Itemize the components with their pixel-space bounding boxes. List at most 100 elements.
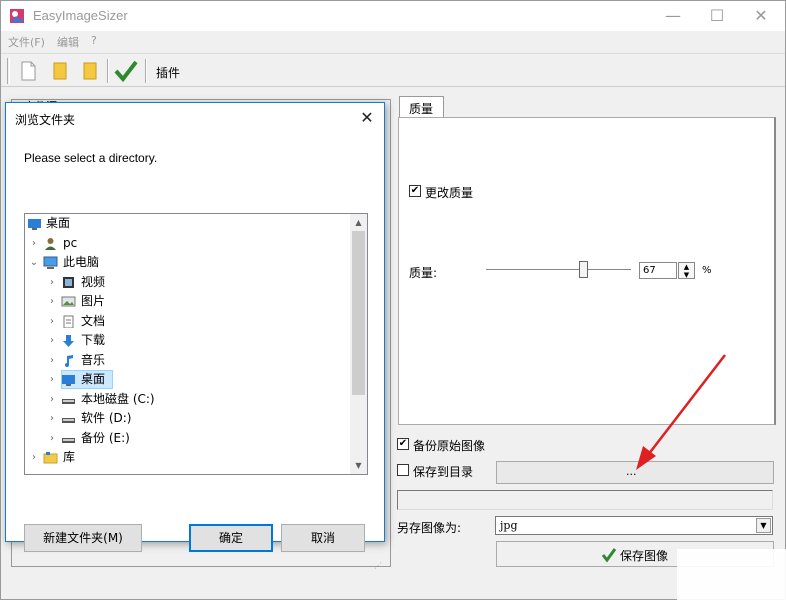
library-icon bbox=[43, 452, 58, 464]
chevron-right-icon[interactable]: › bbox=[47, 390, 57, 409]
tree-item[interactable]: › 下载 bbox=[25, 331, 351, 350]
tree-item-label: 此电脑 bbox=[63, 255, 100, 269]
quality-spinner[interactable]: ▲ ▼ bbox=[678, 262, 695, 279]
scroll-up-icon[interactable]: ▲ bbox=[350, 214, 367, 231]
documents-folder-icon bbox=[63, 315, 74, 328]
chevron-right-icon[interactable]: › bbox=[47, 370, 57, 389]
tree-item[interactable]: › pc bbox=[25, 234, 351, 253]
save-path-field[interactable] bbox=[397, 490, 773, 510]
tree-item-label: 本地磁盘 (C:) bbox=[81, 391, 155, 406]
format-select[interactable]: jpg ▼ bbox=[495, 516, 773, 535]
change-quality-checkbox[interactable]: ✔ bbox=[409, 185, 421, 197]
browse-directory-button[interactable]: ... bbox=[496, 461, 774, 484]
tab-quality[interactable]: 质量 bbox=[399, 96, 444, 118]
dialog-body: Please select a directory. 桌面 › pc ⌄ 此电脑 › 视频 ›… bbox=[6, 133, 384, 570]
close-window-button[interactable]: ✕ bbox=[739, 1, 783, 31]
save-file-icon[interactable] bbox=[79, 60, 101, 82]
tree-scrollbar[interactable]: ▲ ▼ bbox=[350, 214, 367, 474]
chevron-right-icon[interactable]: › bbox=[29, 234, 39, 253]
plugin-button[interactable]: 插件 bbox=[156, 64, 180, 81]
tree-item-label: 备份 (E:) bbox=[81, 430, 130, 445]
chevron-right-icon[interactable]: › bbox=[47, 429, 57, 448]
new-file-icon[interactable] bbox=[17, 60, 39, 82]
tree-item[interactable]: › 文档 bbox=[25, 312, 351, 331]
computer-icon bbox=[43, 256, 58, 269]
tree-item-label: 音乐 bbox=[81, 352, 106, 367]
tree-item[interactable]: › 视频 bbox=[25, 273, 351, 292]
tree-item[interactable]: 桌面 bbox=[25, 214, 351, 233]
save-to-dir-label: 保存到目录 bbox=[413, 465, 474, 479]
menu-bar: 文件(F) 编辑 ? bbox=[1, 31, 785, 51]
tree-item[interactable]: › 软件 (D:) bbox=[25, 409, 351, 428]
chevron-right-icon[interactable]: › bbox=[29, 448, 39, 467]
quality-slider-thumb[interactable] bbox=[579, 261, 588, 278]
drive-icon bbox=[62, 398, 75, 404]
save-image-label: 保存图像 bbox=[620, 549, 669, 563]
toolbar-separator bbox=[145, 59, 147, 83]
tree-item[interactable]: › 库 bbox=[25, 448, 351, 467]
tree-item-label: 下载 bbox=[81, 333, 106, 347]
tree-item[interactable]: › 备份 (E:) bbox=[25, 429, 351, 448]
tree-item-label: 桌面 bbox=[46, 216, 71, 230]
checkmark-icon bbox=[601, 548, 617, 563]
minimize-button[interactable]: — bbox=[651, 1, 695, 31]
desktop-icon bbox=[62, 375, 75, 386]
resize-grip-icon[interactable]: ⋰ bbox=[374, 561, 384, 571]
dialog-title: 浏览文件夹 bbox=[15, 113, 76, 127]
pictures-folder-icon bbox=[61, 296, 76, 307]
scroll-thumb[interactable] bbox=[352, 231, 365, 395]
chevron-right-icon[interactable]: › bbox=[47, 331, 57, 350]
tree-item[interactable]: › 本地磁盘 (C:) bbox=[25, 390, 351, 409]
user-icon bbox=[45, 237, 56, 250]
scroll-down-icon[interactable]: ▼ bbox=[350, 457, 367, 474]
corner-overlay bbox=[677, 549, 786, 600]
drive-icon bbox=[62, 418, 75, 423]
ok-button[interactable]: 确定 bbox=[189, 524, 273, 552]
maximize-button[interactable]: ☐ bbox=[695, 1, 739, 31]
chevron-right-icon[interactable]: › bbox=[47, 292, 57, 311]
chevron-right-icon[interactable]: › bbox=[47, 409, 57, 428]
video-folder-icon bbox=[63, 276, 74, 288]
tree-item-label: 库 bbox=[63, 450, 76, 464]
title-bar: EasyImageSizer — ☐ ✕ bbox=[1, 1, 785, 31]
backup-original-checkbox[interactable]: ✔ bbox=[397, 438, 409, 450]
menu-help[interactable]: ? bbox=[91, 34, 97, 47]
menu-edit[interactable]: 编辑 bbox=[57, 34, 79, 50]
toolbar-separator bbox=[107, 59, 109, 83]
tree-item-label: pc bbox=[63, 235, 78, 250]
tree-item[interactable]: › 音乐 bbox=[25, 351, 351, 370]
chevron-right-icon[interactable]: › bbox=[47, 312, 57, 331]
tree-item-label: 软件 (D:) bbox=[81, 411, 132, 425]
folder-tree[interactable]: 桌面 › pc ⌄ 此电脑 › 视频 › 图片 › 文档 › 下载 › 音乐 › 桌面 › 本地磁盘 (C:) › 软件… bbox=[24, 213, 368, 475]
save-as-label: 另存图像为: bbox=[397, 521, 462, 535]
music-icon bbox=[65, 354, 73, 367]
cancel-button[interactable]: 取消 bbox=[281, 524, 365, 552]
checkmark-icon[interactable] bbox=[113, 60, 139, 82]
quality-slider-track[interactable] bbox=[486, 269, 631, 272]
quality-input[interactable]: 67 bbox=[639, 262, 677, 279]
new-folder-button[interactable]: 新建文件夹(M) bbox=[24, 524, 142, 552]
tree-item-label: 视频 bbox=[81, 274, 106, 289]
browse-button-label: ... bbox=[626, 465, 637, 478]
tree-item[interactable]: › 图片 bbox=[25, 292, 351, 311]
chevron-down-icon[interactable]: ▼ bbox=[756, 518, 771, 533]
chevron-down-icon[interactable]: ⌄ bbox=[29, 253, 39, 272]
chevron-right-icon[interactable]: › bbox=[47, 273, 57, 292]
browse-folder-dialog: 浏览文件夹 ✕ Please select a directory. 桌面 › pc… bbox=[5, 102, 385, 570]
drive-icon bbox=[62, 437, 75, 443]
desktop-icon bbox=[28, 219, 41, 230]
tree-item-label: 图片 bbox=[81, 294, 106, 308]
tree-item[interactable]: ⌄ 此电脑 bbox=[25, 253, 351, 272]
quality-label: 质量: bbox=[409, 266, 438, 280]
chevron-right-icon[interactable]: › bbox=[47, 351, 57, 370]
dialog-close-button[interactable]: ✕ bbox=[356, 107, 378, 129]
toolbar-grip[interactable] bbox=[7, 58, 10, 84]
open-file-icon[interactable] bbox=[49, 60, 71, 82]
save-to-dir-checkbox[interactable] bbox=[397, 464, 409, 476]
toolbar: 插件 bbox=[1, 53, 785, 87]
quality-unit: % bbox=[702, 265, 712, 276]
dialog-prompt: Please select a directory. bbox=[24, 151, 158, 165]
backup-original-label: 备份原始图像 bbox=[413, 439, 486, 453]
menu-file[interactable]: 文件(F) bbox=[8, 34, 45, 50]
tree-item[interactable]: › 桌面 bbox=[25, 370, 351, 389]
